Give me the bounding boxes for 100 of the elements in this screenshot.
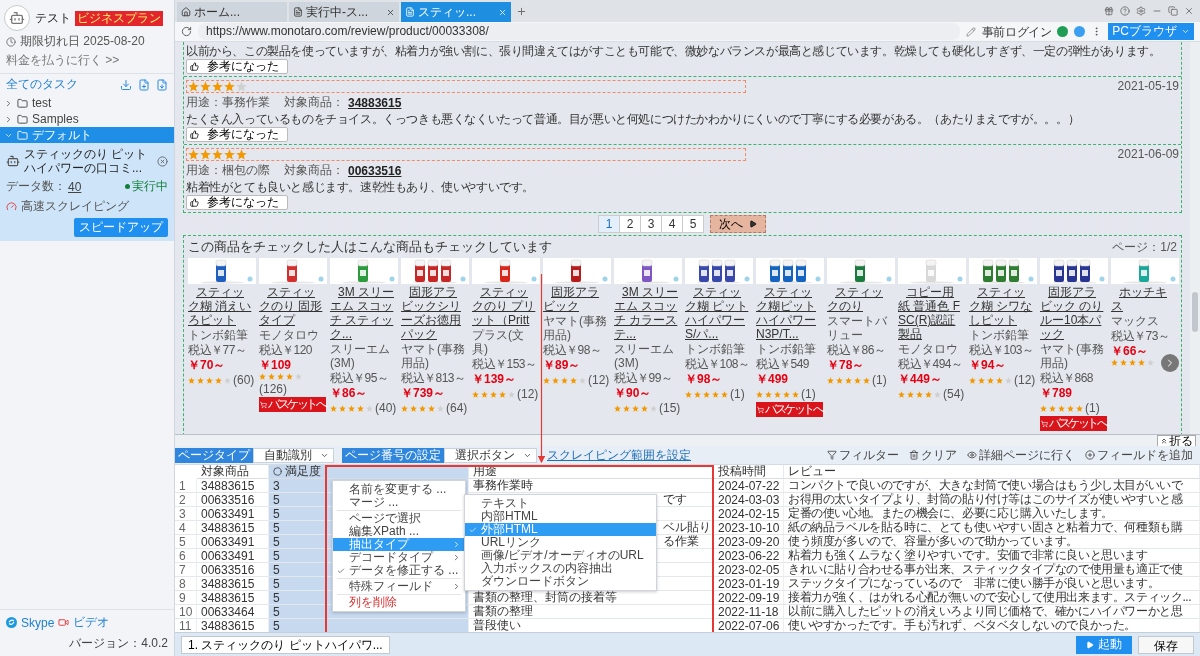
row-number: 11 (179, 618, 192, 632)
menu-item[interactable]: 特殊フィールド (333, 580, 465, 593)
pay-link[interactable]: 料金を払うに行く >> (6, 52, 168, 69)
column-header[interactable]: 満足度 (285, 465, 321, 480)
close-icon[interactable] (157, 155, 168, 167)
product-name[interactable]: スティックのり (827, 285, 894, 313)
restore-icon[interactable] (1168, 6, 1178, 16)
close-icon[interactable] (498, 7, 507, 17)
product-name[interactable]: スティック糊ピットハイパワーN3P/T... (756, 285, 823, 341)
product-name[interactable]: スティック糊 ピットハイパワーS/パ... (685, 285, 752, 341)
table-cell: 2023-09-20 (718, 534, 780, 549)
menu-item[interactable]: データを修正する ... (333, 564, 465, 577)
menu-item[interactable]: 内部HTML (465, 510, 656, 523)
product-link[interactable]: 00633516 (348, 163, 402, 178)
extension-icon[interactable] (1057, 26, 1069, 37)
tax-price: 税込￥813～ (401, 371, 466, 385)
page-button[interactable]: 5 (682, 215, 704, 233)
data-count[interactable]: 40 (68, 179, 82, 194)
menu-item[interactable]: 列を削除 (333, 596, 465, 609)
pencil-icon[interactable] (965, 26, 976, 37)
page-type-select[interactable]: 自動識別 (253, 447, 334, 463)
product-name[interactable]: 固形アラビック (543, 285, 610, 313)
column-header[interactable]: 対象商品 (201, 465, 249, 480)
toolbar-button[interactable]: フィールドを追加 (1082, 446, 1196, 464)
basket-button[interactable]: バスケットへ (1040, 416, 1107, 431)
tree-item[interactable]: Samples (0, 111, 174, 127)
url-field[interactable]: https://www.monotaro.com/review/product/00033308/ (198, 23, 960, 40)
close-icon[interactable] (386, 7, 395, 17)
menu-item[interactable]: URLリンク (465, 536, 656, 549)
toolbar-button[interactable]: 詳細ページに行く (964, 446, 1078, 464)
help-icon[interactable] (1120, 6, 1130, 16)
task-tab[interactable]: 1. スティックのり ピットハイパワ... (181, 635, 390, 654)
table-cell-text: ベル貼り (663, 519, 711, 535)
product-name[interactable]: 固形アラビックシリーズお徳用パック (401, 285, 468, 341)
browser-tab[interactable]: ホーム... (177, 2, 287, 22)
column-header[interactable]: レビュー (788, 465, 836, 480)
page-button[interactable]: 3 (640, 215, 662, 233)
product-name[interactable]: スティックのり プリット（Pritt (472, 285, 539, 327)
menu-item[interactable]: ページで選択 (333, 512, 465, 525)
new-tab-icon[interactable] (516, 5, 527, 17)
close-icon[interactable] (1184, 6, 1194, 16)
reload-icon[interactable] (181, 26, 192, 37)
column-header[interactable]: 投稿時間 (718, 465, 766, 480)
scrollbar[interactable] (1190, 42, 1200, 434)
next-button[interactable]: 次へ (710, 215, 766, 233)
row-number: 7 (179, 562, 186, 577)
product-price: ￥70～ (188, 358, 226, 372)
download-icon[interactable] (120, 78, 132, 91)
extension-icon[interactable] (1074, 26, 1086, 37)
table-cell: 5 (273, 590, 280, 605)
page-number-select[interactable]: 選択ボタン (444, 447, 537, 463)
toolbar-button[interactable]: クリア (906, 446, 960, 464)
product-name[interactable]: 固形アラビック のりルー10本パック (1040, 285, 1107, 341)
helpful-button[interactable]: 参考になった (186, 127, 288, 142)
product-name[interactable]: スティックのり 固形タイプ (259, 285, 326, 327)
video-link[interactable]: ビデオ (73, 614, 110, 631)
menu-item[interactable]: 画像/ビデオ/オーディオのURL (465, 549, 656, 562)
product-name[interactable]: 3M スリーエム スコッチ カラーステ... (614, 285, 681, 341)
product-name[interactable]: ホッチキス (1111, 285, 1178, 313)
product-name[interactable]: スティック糊 消えいろピット (188, 285, 255, 327)
collapse-button[interactable]: 折る (1157, 434, 1196, 447)
menu-item[interactable]: 名前を変更する ... (333, 483, 465, 496)
table-cell: 34883615 (201, 478, 255, 493)
play-icon (1086, 640, 1094, 649)
product-maker: スマートバリュー (827, 314, 888, 342)
file-icon[interactable] (156, 78, 168, 91)
product-name[interactable]: スティック糊 シワなしピット (969, 285, 1036, 327)
tree-item[interactable]: test (0, 95, 174, 111)
basket-button[interactable]: バスケットへ (756, 402, 823, 417)
gift-icon[interactable] (1104, 6, 1114, 16)
settings-icon[interactable] (1136, 6, 1146, 16)
browser-tab[interactable]: 実行中-ス... (289, 2, 399, 22)
product-name[interactable]: 3M スリーエム スコッチ スティック... (330, 285, 397, 341)
product-name[interactable]: コピー用紙 普通色 FSC(R)認証製品 (898, 285, 965, 341)
menu-item[interactable]: デコードタイプ (333, 551, 465, 564)
save-button[interactable]: 保存 (1138, 635, 1194, 654)
expiry-date: 期限切れ日 2025-08-20 (20, 33, 145, 50)
menu-item[interactable]: 編集XPath ... (333, 525, 465, 538)
table-cell: 34883615 (201, 520, 255, 535)
basket-button[interactable]: バスケットへ (259, 397, 326, 412)
new-file-icon[interactable] (138, 78, 150, 91)
row-number: 3 (179, 506, 186, 521)
carousel-next-button[interactable] (1161, 354, 1179, 372)
toolbar-button[interactable]: フィルター (824, 446, 902, 464)
chevrons-icon (1160, 436, 1168, 445)
menu-item[interactable]: ダウンロードボタン (465, 575, 656, 588)
skype-link[interactable]: Skype (21, 615, 55, 630)
menu-item[interactable]: テキスト (465, 497, 656, 510)
robot-icon (6, 154, 20, 168)
menu-item[interactable]: 入力ボックスの内容抽出 (465, 562, 656, 575)
scraping-range-link[interactable]: スクレイピング範囲を設定 (547, 446, 691, 464)
page-button[interactable]: 4 (661, 215, 683, 233)
helpful-button[interactable]: 参考になった (186, 59, 288, 74)
product-link[interactable]: 34883615 (348, 95, 402, 110)
menu-item[interactable]: マージ ... (333, 496, 465, 509)
page-button[interactable]: 2 (619, 215, 641, 233)
helpful-button[interactable]: 参考になった (186, 195, 288, 210)
product-maker: モノタロウ (259, 328, 319, 342)
login-link[interactable]: 事前ログイン (981, 24, 1052, 39)
page-button[interactable]: 1 (598, 215, 620, 233)
